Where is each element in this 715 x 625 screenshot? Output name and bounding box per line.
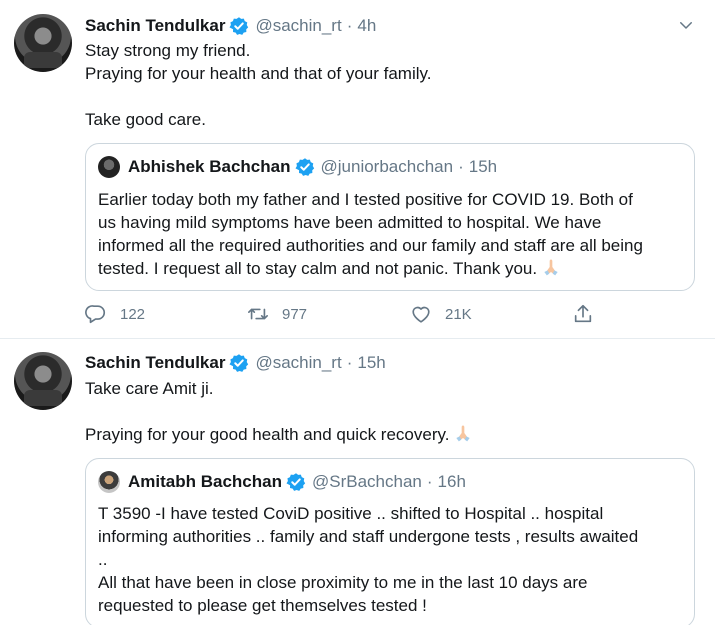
like-button[interactable]: 21K (410, 303, 472, 325)
tweet-line: informing authorities .. family and staf… (98, 527, 639, 546)
author-name[interactable]: Sachin Tendulkar (85, 16, 225, 36)
quoted-tweet-header: Amitabh Bachchan @SrBachchan · 16h (98, 469, 466, 495)
retweet-icon (248, 308, 268, 320)
verified-badge-icon (295, 158, 314, 176)
like-count: 21K (445, 305, 472, 323)
reply-button[interactable]: 122 (85, 303, 145, 325)
retweet-button[interactable]: 977 (247, 303, 307, 325)
tweet-line: Take care Amit ji. (85, 379, 214, 398)
author-handle[interactable]: @sachin_rt (255, 16, 341, 36)
separator-dot: · (346, 353, 353, 372)
tweet-line: All that have been in close proximity to… (98, 573, 588, 592)
tweet[interactable]: Sachin Tendulkar @sachin_rt · 4h Stay st… (0, 0, 715, 339)
folded-hands-emoji-icon (456, 425, 471, 442)
verified-badge-icon (286, 473, 306, 491)
verified-badge-icon (229, 17, 249, 35)
tweet-line: .. (98, 550, 108, 569)
chevron-down-icon[interactable] (677, 16, 695, 34)
share-button[interactable] (572, 303, 607, 325)
tweet[interactable]: Sachin Tendulkar @sachin_rt · 15h Take c… (0, 339, 715, 625)
tweet-line: Stay strong my friend. (85, 41, 251, 60)
tweet-header: Sachin Tendulkar @sachin_rt · 4h (85, 14, 376, 38)
separator-dot: · (426, 472, 433, 491)
tweet-line: tested. I request all to stay calm and n… (98, 259, 538, 278)
tweet-line: Praying for your health and that of your… (85, 64, 432, 83)
quoted-tweet-text: T 3590 -I have tested CoviD positive .. … (98, 502, 688, 617)
tweet-header: Sachin Tendulkar @sachin_rt · 15h (85, 351, 386, 375)
author-handle[interactable]: @sachin_rt (255, 353, 341, 373)
separator-dot: · (346, 16, 353, 35)
quoted-tweet[interactable]: Amitabh Bachchan @SrBachchan · 16h T 359… (85, 458, 695, 625)
author-name: Amitabh Bachchan (128, 472, 282, 491)
folded-hands-emoji-icon (544, 259, 558, 276)
tweet-line (85, 85, 695, 108)
timestamp[interactable]: 15h (357, 353, 385, 373)
tweet-line: informed all the required authorities an… (98, 236, 643, 255)
tweet-line-with-emoji: tested. I request all to stay calm and n… (98, 257, 688, 280)
tweet-line: us having mild symptoms have been admitt… (98, 213, 602, 232)
tweet-line-with-emoji: Praying for your good health and quick r… (85, 423, 695, 446)
avatar[interactable] (14, 352, 72, 410)
quoted-tweet-header: Abhishek Bachchan @juniorbachchan · 15h (98, 154, 497, 180)
author-handle: @SrBachchan (311, 472, 422, 491)
author-handle: @juniorbachchan (320, 157, 454, 176)
tweet-text: Stay strong my friend. Praying for your … (85, 39, 695, 131)
retweet-count: 977 (282, 305, 308, 323)
timestamp: 15h (468, 157, 498, 176)
tweet-line (85, 400, 695, 423)
tweet-line: Take good care. (85, 110, 206, 129)
avatar[interactable] (14, 14, 72, 72)
author-name: Abhishek Bachchan (128, 157, 291, 176)
verified-badge-icon (229, 354, 249, 372)
timestamp: 16h (437, 472, 466, 491)
share-icon (574, 304, 592, 323)
reply-count: 122 (120, 305, 146, 323)
tweet-line: Earlier today both my father and I teste… (98, 190, 633, 209)
quoted-tweet-text: Earlier today both my father and I teste… (98, 188, 688, 280)
heart-icon (412, 306, 430, 323)
separator-dot: · (458, 157, 464, 176)
author-name[interactable]: Sachin Tendulkar (85, 353, 225, 373)
tweet-line: Praying for your good health and quick r… (85, 425, 450, 444)
tweet-line: T 3590 -I have tested CoviD positive .. … (98, 504, 604, 523)
tweet-actions: 122 977 21K (85, 303, 615, 327)
avatar (98, 156, 120, 178)
quoted-tweet[interactable]: Abhishek Bachchan @juniorbachchan · 15h … (85, 143, 695, 291)
tweet-text: Take care Amit ji. Praying for your good… (85, 377, 695, 446)
timestamp[interactable]: 4h (357, 16, 376, 36)
tweet-line: requested to please get themselves teste… (98, 596, 427, 615)
reply-icon (85, 305, 106, 324)
avatar (98, 471, 120, 493)
